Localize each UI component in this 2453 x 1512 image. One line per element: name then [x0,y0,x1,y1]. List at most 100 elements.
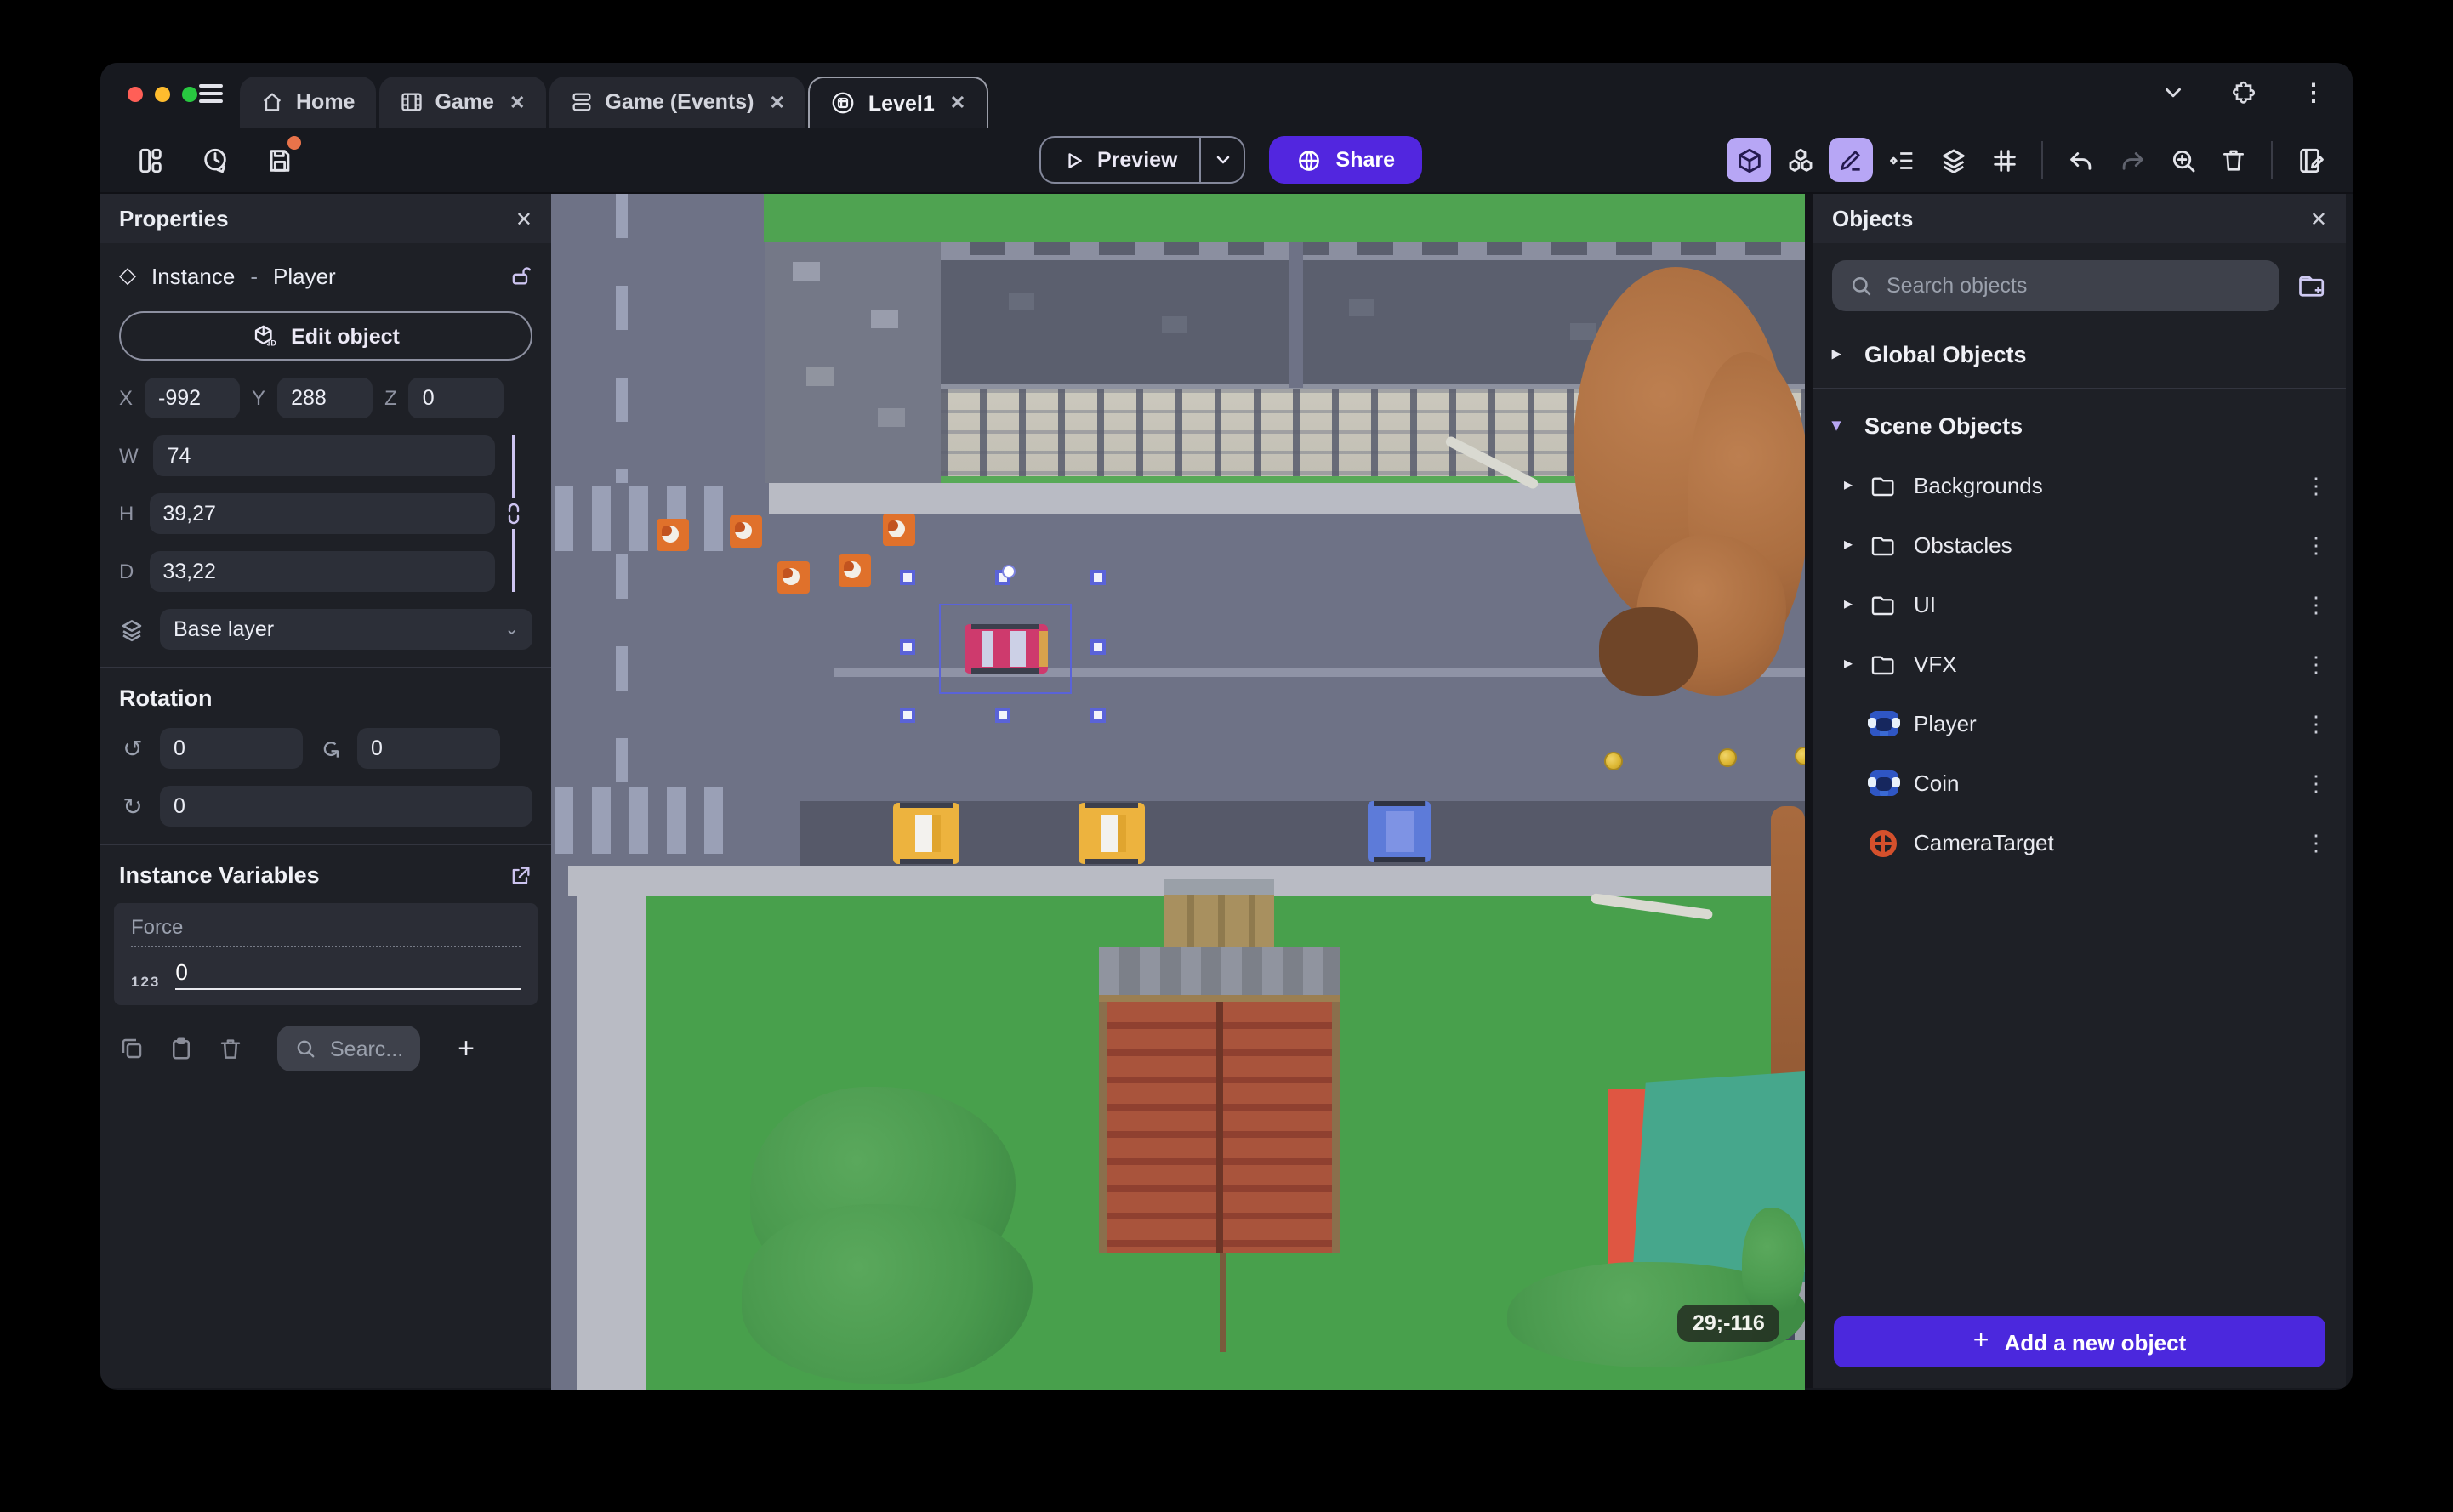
tab-game-events-[interactable]: Game (Events) ✕ [549,77,805,128]
history-icon[interactable] [192,138,236,182]
w-field[interactable]: 74 [153,435,495,476]
add-variable-button[interactable]: + [458,1032,475,1066]
scene-tower[interactable] [1099,947,1340,1352]
object-item-cameratarget[interactable]: CameraTarget ⋮ [1813,813,2346,873]
scene-car-yellow[interactable] [893,803,959,864]
variable-name[interactable]: Force [131,915,521,947]
object-item-player[interactable]: Player ⋮ [1813,694,2346,753]
main-menu-icon[interactable] [196,78,226,109]
unlock-icon[interactable] [509,264,532,287]
close-icon[interactable]: ✕ [515,207,532,230]
preview-options-button[interactable] [1199,138,1244,182]
close-tab-icon[interactable]: ✕ [509,91,525,113]
object-menu-kebab-icon[interactable]: ⋮ [2305,531,2327,559]
object-item-obstacles[interactable]: ▸ Obstacles ⋮ [1813,515,2346,575]
edit-object-button[interactable]: 3D Edit object [119,311,532,361]
variables-search-input[interactable]: Searc... [277,1026,421,1071]
objects-search-input[interactable]: Search objects [1832,260,2279,311]
z-field[interactable]: 0 [408,378,504,418]
save-icon[interactable] [257,136,301,182]
object-menu-kebab-icon[interactable]: ⋮ [2305,591,2327,618]
chevron-down-icon[interactable] [2160,80,2186,105]
undo-icon[interactable] [2058,138,2103,182]
lock-ratio-control[interactable] [495,435,532,609]
close-icon[interactable]: ✕ [2310,207,2327,230]
tab-level1[interactable]: Level1 ✕ [808,77,988,128]
object-menu-kebab-icon[interactable]: ⋮ [2305,770,2327,797]
rotation-x-field[interactable]: 0 [160,728,303,769]
object-item-ui[interactable]: ▸ UI ⋮ [1813,575,2346,634]
instances-list-icon[interactable] [1880,138,1924,182]
object-menu-kebab-icon[interactable]: ⋮ [2305,651,2327,678]
y-field[interactable]: 288 [277,378,373,418]
tab-game[interactable]: Game ✕ [378,77,546,128]
close-tab-icon[interactable]: ✕ [769,91,784,113]
scene-tree-green[interactable] [1742,1208,1805,1320]
selection-handle[interactable] [1090,639,1106,654]
rotation-y-field[interactable]: 0 [357,728,500,769]
objects-blocks-icon[interactable] [1778,138,1822,182]
object-menu-kebab-icon[interactable]: ⋮ [2305,710,2327,737]
scene-pickup[interactable] [839,554,871,587]
object-item-backgrounds[interactable]: ▸ Backgrounds ⋮ [1813,456,2346,515]
grid-icon[interactable] [1982,138,2026,182]
selection-handle[interactable] [900,708,915,723]
scene-pickup[interactable] [730,515,762,548]
scene-tree-green[interactable] [742,1204,1033,1384]
layer-select[interactable]: Base layer ⌄ [160,609,532,650]
trash-icon[interactable] [2211,138,2256,182]
selection-handle[interactable] [995,708,1010,723]
x-field[interactable]: -992 [145,378,241,418]
h-field[interactable]: 39,27 [149,493,495,534]
panels-layout-icon[interactable] [128,138,172,182]
minimize-window-button[interactable] [155,87,170,102]
rotation-handle[interactable] [1002,565,1016,578]
close-tab-icon[interactable]: ✕ [950,92,965,114]
triangle-right-icon[interactable]: ▸ [1844,655,1861,674]
scene-car-blue[interactable] [1368,801,1431,862]
close-window-button[interactable] [128,87,143,102]
selection-handle[interactable] [1090,708,1106,723]
scene-pickup[interactable] [657,519,689,551]
delete-variable-icon[interactable] [218,1036,243,1061]
scene-pickup[interactable] [883,514,915,546]
object-menu-kebab-icon[interactable]: ⋮ [2305,472,2327,499]
toggle-3d-view-icon[interactable] [1727,138,1771,182]
add-folder-icon[interactable] [2296,270,2327,301]
zoom-in-icon[interactable] [2160,138,2205,182]
copy-icon[interactable] [119,1036,145,1061]
object-item-vfx[interactable]: ▸ VFX ⋮ [1813,634,2346,694]
redo-icon[interactable] [2109,138,2154,182]
paste-icon[interactable] [168,1036,194,1061]
scene-coin[interactable] [1604,752,1623,770]
selection-handle[interactable] [1090,570,1106,585]
scene-properties-icon[interactable] [2288,138,2332,182]
external-link-icon[interactable] [509,863,532,887]
triangle-right-icon[interactable]: ▸ [1844,595,1861,614]
scene-coin[interactable] [1795,747,1805,765]
scene-coin[interactable] [1718,748,1737,767]
tab-home[interactable]: Home [240,77,376,128]
selection-handle[interactable] [900,639,915,654]
object-menu-kebab-icon[interactable]: ⋮ [2305,829,2327,856]
variable-value-field[interactable]: 0 [175,959,521,990]
add-new-object-button[interactable]: + Add a new object [1834,1316,2325,1367]
extensions-puzzle-icon[interactable] [2230,79,2257,106]
scene-pickup[interactable] [777,561,810,594]
rotation-z-field[interactable]: 0 [160,786,532,827]
scene-canvas[interactable]: 29;-116 [551,194,1805,1390]
object-item-coin[interactable]: Coin ⋮ [1813,753,2346,813]
triangle-right-icon[interactable]: ▸ [1844,536,1861,554]
layers-icon[interactable] [1931,138,1975,182]
browser-menu-kebab-icon[interactable]: ⋮ [2302,78,2325,107]
preview-button[interactable]: Preview [1041,138,1200,182]
window-controls[interactable] [128,87,197,102]
selection-handle[interactable] [900,570,915,585]
global-objects-section[interactable]: ▸ Global Objects [1813,325,2346,384]
scene-car-yellow[interactable] [1079,803,1145,864]
scene-objects-section[interactable]: ▾ Scene Objects [1813,396,2346,456]
edit-pencil-icon[interactable] [1829,138,1873,182]
triangle-right-icon[interactable]: ▸ [1844,476,1861,495]
d-field[interactable]: 33,22 [149,551,495,592]
share-button[interactable]: Share [1269,136,1423,184]
